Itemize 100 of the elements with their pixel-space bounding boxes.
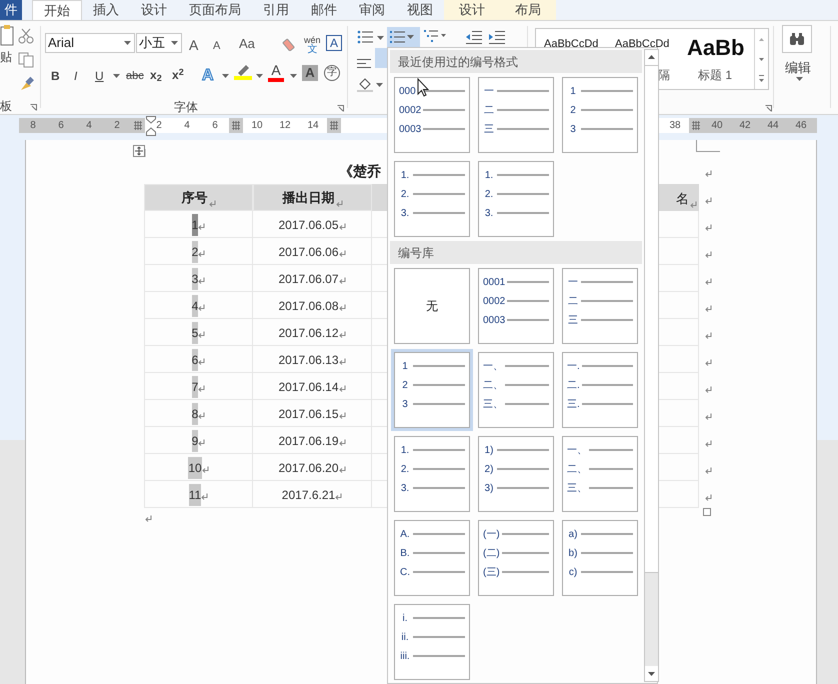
highlighter-icon[interactable] — [234, 63, 252, 81]
enclose-character-button[interactable]: 字 — [324, 65, 340, 81]
scrollbar-thumb[interactable] — [645, 65, 658, 573]
align-left-icon[interactable] — [357, 58, 371, 70]
table-resize-handle-icon[interactable] — [703, 508, 711, 516]
shrink-font-button[interactable]: A — [212, 38, 222, 54]
list-number: 二. — [567, 378, 580, 392]
list-number: 0003 — [483, 314, 506, 328]
paragraph-mark-icon — [705, 251, 712, 258]
bold-button[interactable]: B — [51, 67, 60, 85]
numbering-format-option[interactable]: 0001 0002 0003 — [478, 268, 554, 344]
style-preview[interactable]: AaBb — [687, 31, 744, 64]
ribbon-tab[interactable]: 布局 — [500, 0, 556, 20]
numbering-format-option[interactable]: 一 二 三 — [562, 268, 638, 344]
ribbon-tab[interactable]: 审阅 — [348, 0, 396, 20]
dialog-launcher-icon[interactable] — [30, 104, 37, 111]
numbering-format-option[interactable]: 一、 二、 三、 — [562, 436, 638, 512]
ruler-number: 44 — [759, 118, 787, 133]
style-name[interactable]: 标题 1 — [698, 66, 732, 84]
list-number: (一) — [483, 528, 500, 542]
list-number: 一 — [567, 276, 579, 290]
numbering-format-option[interactable]: 一 二 三 — [478, 77, 554, 153]
numbering-format-option[interactable]: 1. 2. 3. — [394, 161, 470, 237]
paragraph-mark-icon — [198, 412, 206, 419]
paragraph-mark-icon — [690, 201, 697, 208]
ribbon-tab[interactable]: 邮件 — [300, 0, 348, 20]
numbering-format-option[interactable]: 1. 2. 3. — [478, 161, 554, 237]
ribbon-tab[interactable]: 开始 — [32, 0, 82, 20]
date-text: 2017.06.06 — [278, 244, 339, 261]
numbering-format-option[interactable]: (一) (二) (三) — [478, 520, 554, 596]
dialog-launcher-icon[interactable] — [765, 105, 772, 112]
paste-label[interactable]: 贴 — [0, 48, 12, 66]
strikethrough-button[interactable]: abc — [126, 68, 144, 84]
bullets-icon[interactable] — [357, 29, 373, 45]
scissors-icon[interactable] — [18, 28, 34, 44]
phonetic-guide-button[interactable]: wén 文 — [304, 35, 321, 55]
row-number: 2 — [192, 241, 198, 263]
character-border-button[interactable]: A — [326, 35, 342, 51]
numbering-format-option[interactable]: 一、 二、 三、 — [478, 352, 554, 428]
numbering-button[interactable] — [387, 27, 420, 47]
group-label: 字体 — [174, 99, 198, 116]
column-marker[interactable] — [131, 118, 145, 133]
ribbon-tab[interactable]: 引用 — [252, 0, 300, 20]
move-handle-icon[interactable] — [133, 145, 145, 157]
paragraph-mark-icon — [705, 467, 712, 474]
numbering-format-option[interactable]: A. B. C. — [394, 520, 470, 596]
font-name-field[interactable]: Arial — [45, 33, 135, 53]
list-number: 三、 — [483, 398, 503, 412]
superscript-button[interactable]: x$^{2}$ — [172, 66, 184, 84]
paste-icon[interactable] — [0, 24, 14, 46]
ribbon-tab[interactable]: 设计 — [130, 0, 178, 20]
grow-font-button[interactable]: A — [188, 35, 200, 56]
character-shading-button[interactable]: A — [302, 65, 318, 81]
caret-icon — [171, 41, 178, 45]
paragraph-mark-icon — [705, 359, 712, 366]
find-button[interactable] — [782, 25, 812, 53]
copy-icon[interactable] — [18, 52, 34, 68]
list-number: 1. — [400, 444, 410, 458]
numbering-format-option[interactable]: 1. 2. 3. — [394, 436, 470, 512]
column-marker[interactable] — [327, 118, 341, 133]
paragraph-mark-icon — [198, 439, 206, 446]
italic-button[interactable]: I — [74, 67, 78, 85]
numbering-format-option[interactable]: 000 0002 0003 — [394, 77, 470, 153]
list-number: 三. — [567, 398, 580, 412]
ribbon-tab[interactable]: 页面布局 — [178, 0, 252, 20]
editing-label[interactable]: 编辑 — [785, 58, 811, 78]
date-text: 2017.06.05 — [278, 217, 339, 234]
numbering-format-option[interactable]: i. ii. iii. — [394, 604, 470, 680]
underline-button[interactable]: U — [95, 67, 104, 85]
column-marker[interactable] — [689, 118, 703, 133]
numbering-format-option[interactable]: 1 2 3 — [562, 77, 638, 153]
paintbrush-icon[interactable] — [18, 75, 34, 91]
scroll-down-icon[interactable] — [645, 666, 658, 681]
scroll-up-icon[interactable] — [645, 50, 658, 65]
multilevel-list-icon[interactable] — [423, 28, 447, 44]
header-cell: 播出日期 — [253, 184, 372, 211]
numbering-format-option[interactable]: 1) 2) 3) — [478, 436, 554, 512]
dialog-launcher-icon[interactable] — [337, 105, 344, 112]
paragraph-mark-icon — [198, 250, 206, 257]
paragraph-mark-icon — [705, 494, 712, 501]
indent-marker-icon[interactable] — [146, 116, 156, 136]
numbering-format-option[interactable]: 一. 二. 三. — [562, 352, 638, 428]
list-number: 1 — [401, 360, 409, 374]
decrease-indent-icon[interactable] — [465, 30, 483, 44]
numbering-format-option[interactable]: 无 — [394, 268, 470, 344]
increase-indent-icon[interactable] — [488, 30, 506, 44]
caret-icon — [796, 77, 803, 81]
numbering-format-option[interactable]: a) b) c) — [562, 520, 638, 596]
ribbon-tab[interactable]: 插入 — [82, 0, 130, 20]
ribbon-tab[interactable]: 设计 — [444, 0, 500, 20]
numbering-format-option[interactable]: 1 2 3 — [394, 352, 470, 428]
shading-icon[interactable] — [357, 76, 373, 92]
font-color-button[interactable]: A — [267, 63, 285, 83]
column-marker[interactable] — [229, 118, 243, 133]
ribbon-tab[interactable]: 件 — [0, 0, 22, 20]
font-size-field[interactable]: 小五 — [136, 33, 182, 53]
change-case-button[interactable]: Aa — [239, 34, 255, 54]
ribbon-tab[interactable]: 视图 — [396, 0, 444, 20]
subscript-button[interactable]: x$_{2}$ — [150, 66, 162, 84]
ruler-number: 8 — [19, 118, 47, 133]
